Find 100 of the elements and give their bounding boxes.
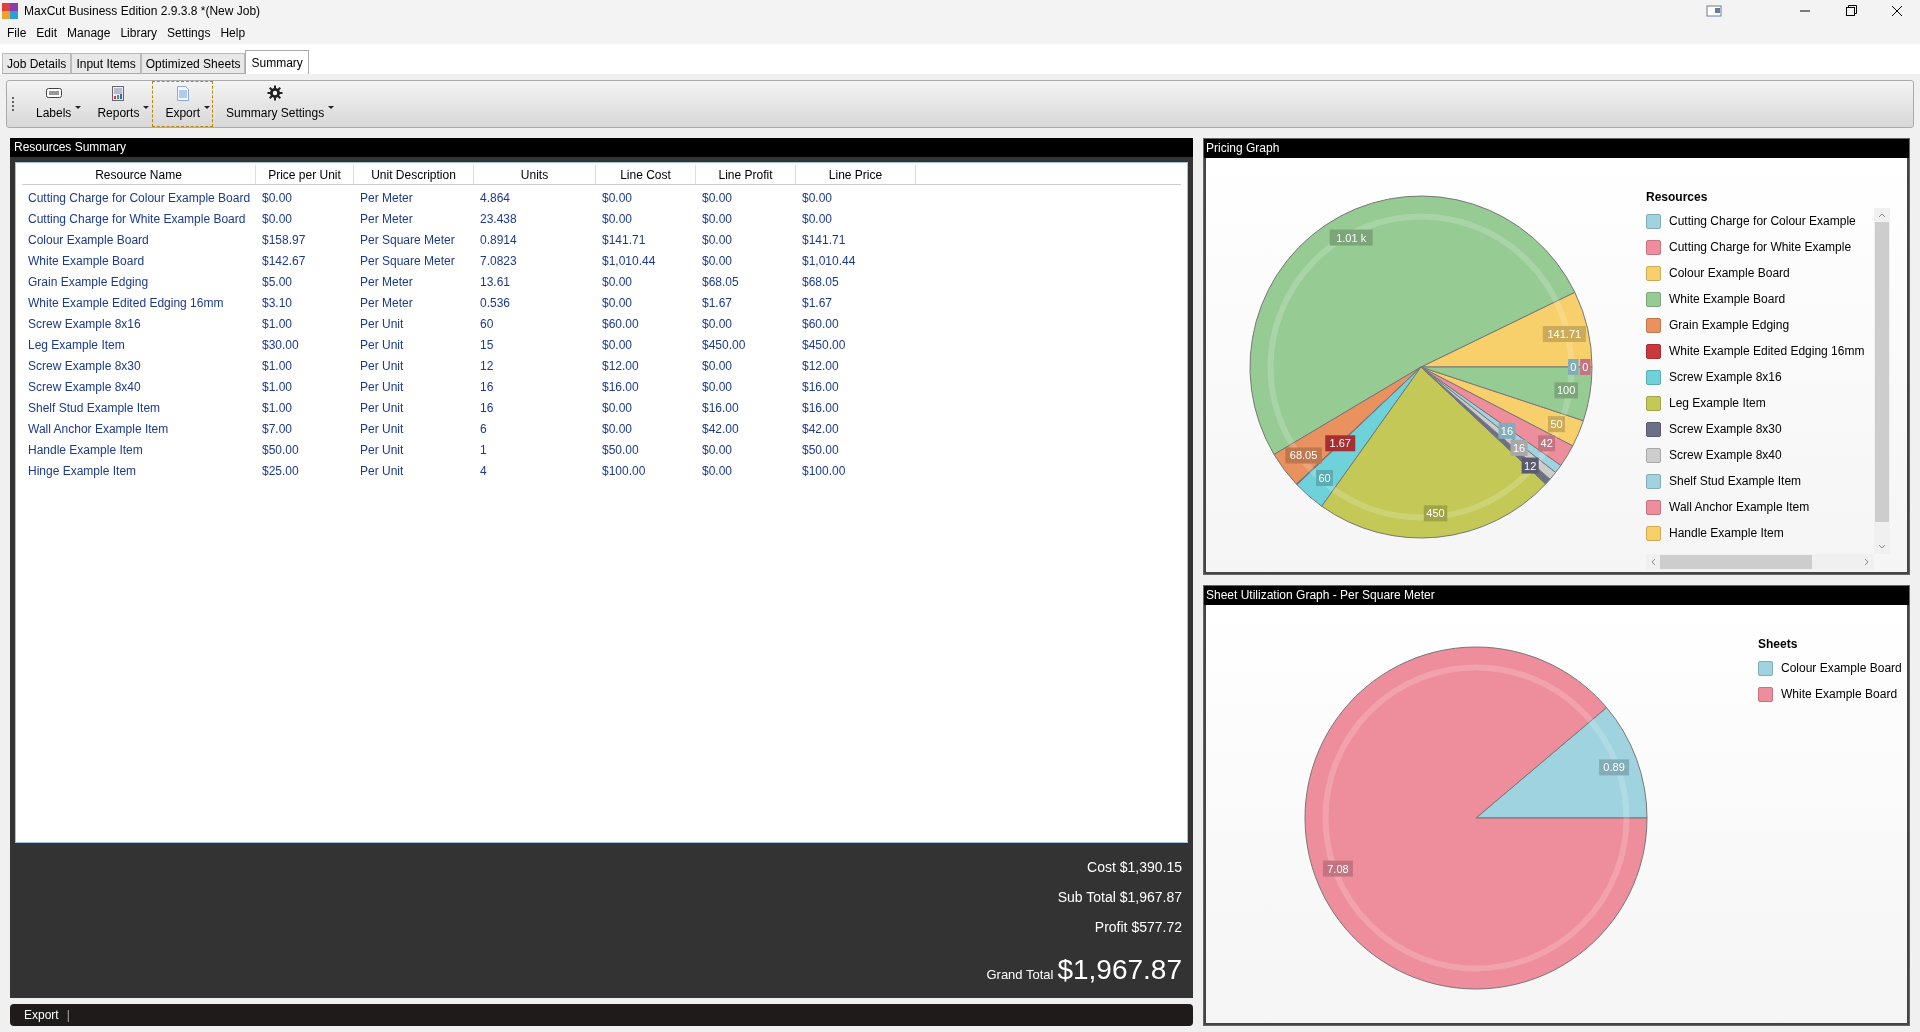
table-cell-text: White Example Board (27, 252, 146, 270)
table-cell-text: 16 (479, 378, 495, 396)
data-label: 60 (1316, 470, 1334, 486)
table-cell-text: $0.00 (701, 252, 734, 270)
legend-label: White Example Board (1669, 291, 1786, 308)
data-label: 1.01 k (1336, 231, 1367, 244)
data-label: 450 (1423, 505, 1448, 522)
table-cell-text: Cutting Charge for Colour Example Board (27, 189, 252, 207)
table-cell-text: Per Square Meter (359, 252, 456, 270)
table-cell-text: 4.864 (479, 189, 512, 207)
table-cell-text: $0.00 (701, 441, 734, 459)
separator: | (66, 1007, 70, 1024)
table-cell-text: $60.00 (601, 315, 640, 333)
table-cell-text: 6 (479, 420, 488, 438)
panel-header: Sheet Utilization Graph - Per Square Meter (1204, 586, 1909, 605)
table-cell-text: $30.00 (261, 336, 300, 354)
table-cell-text: Per Unit (359, 357, 405, 375)
table-cell-text: $0.00 (801, 189, 834, 207)
table-cell-text: $0.00 (601, 294, 634, 312)
table-cell-text: 12 (479, 357, 495, 375)
legend-label: Cutting Charge for Colour Example (1669, 213, 1856, 230)
legend-label: Screw Example 8x16 (1669, 369, 1782, 386)
grand-total-value: $1,967.87 (1057, 953, 1182, 987)
table-cell-text: $1.00 (261, 357, 294, 375)
legend-label: Handle Example Item (1669, 525, 1784, 542)
table-cell-text: 7.0823 (479, 252, 518, 270)
table-cell-text: 60 (479, 315, 495, 333)
table-cell-text: $0.00 (601, 273, 634, 291)
table-cell-text: Per Unit (359, 399, 405, 417)
table-cell-text: Screw Example 8x40 (27, 378, 142, 396)
table-cell-text: Per Unit (359, 420, 405, 438)
data-label: 42 (1538, 435, 1556, 452)
table-cell-text: $16.00 (601, 378, 640, 396)
data-label: 0.89 (1599, 759, 1630, 776)
legend-label: White Example Board (1781, 686, 1898, 703)
legend-label: Colour Example Board (1781, 660, 1902, 677)
table-cell-text: Handle Example Item (27, 441, 144, 459)
data-label: 7.08 (1327, 862, 1349, 875)
data-label: 0.89 (1603, 761, 1625, 774)
table-cell-text: $1.67 (801, 294, 834, 312)
table-cell-text: $1.00 (261, 315, 294, 333)
legend-title: Resources (1646, 189, 1709, 206)
table-cell-text: $0.00 (701, 462, 734, 480)
data-label: 1.67 (1325, 435, 1356, 452)
legend-label: Shelf Stud Example Item (1669, 473, 1802, 490)
total-text: Sub Total $1,967.87 (1057, 888, 1182, 907)
table-cell-text: $142.67 (261, 252, 307, 270)
total-text: Cost $1,390.15 (1087, 858, 1182, 877)
table-cell-text: Colour Example Board (27, 231, 150, 249)
table-cell-text: $0.00 (601, 420, 634, 438)
table-cell-text: $141.71 (801, 231, 847, 249)
grand-total-label: Grand Total (986, 966, 1054, 984)
table-cell-text: $0.00 (701, 315, 734, 333)
data-label: 50 (1548, 416, 1565, 433)
data-label: 141.71 (1542, 326, 1586, 342)
data-label: 100 (1554, 382, 1578, 399)
table-cell-text: $0.00 (701, 210, 734, 228)
table-cell-text: Per Meter (359, 189, 414, 207)
table-cell-text: $16.00 (701, 399, 740, 417)
table-cell-text: $1.00 (261, 399, 294, 417)
table-cell-text: Per Meter (359, 273, 414, 291)
legend-label: Wall Anchor Example Item (1669, 499, 1810, 516)
table-cell-text: $450.00 (701, 336, 747, 354)
table-cell-text: Per Meter (359, 294, 414, 312)
panel-header: Resources Summary (10, 138, 1193, 157)
table-cell-text: Per Unit (359, 441, 405, 459)
table-cell-text: Screw Example 8x16 (27, 315, 142, 333)
table-cell-text: Per Unit (359, 462, 405, 480)
legend-label: Cutting Charge for White Example (1669, 239, 1852, 256)
table-cell-text: 16 (479, 399, 495, 417)
legend-label: Leg Example Item (1669, 395, 1766, 412)
table-cell-text: $42.00 (801, 420, 840, 438)
table-cell-text: Per Unit (359, 378, 405, 396)
table-cell-text: $1,010.44 (801, 252, 857, 270)
table-cell-text: $1.00 (261, 378, 294, 396)
table-cell-text: Hinge Example Item (27, 462, 138, 480)
table-cell-text: Screw Example 8x30 (27, 357, 142, 375)
table-cell-text: Per Meter (359, 210, 414, 228)
data-label: 68.05 (1289, 449, 1318, 462)
table-cell-text: 13.61 (479, 273, 512, 291)
table-cell-text: Leg Example Item (27, 336, 126, 354)
table-cell-text: $16.00 (801, 378, 840, 396)
table-cell-text: $42.00 (701, 420, 740, 438)
table-cell-text: White Example Edited Edging 16mm (27, 294, 225, 312)
table-cell-text: $1,010.44 (601, 252, 657, 270)
data-label: 141.71 (1547, 328, 1582, 341)
table-cell-text: $12.00 (601, 357, 640, 375)
table-cell-text: $141.71 (601, 231, 647, 249)
legend-label: Colour Example Board (1669, 265, 1790, 282)
table-cell-text: $0.00 (601, 336, 634, 354)
table-cell-text: 0.8914 (479, 231, 518, 249)
table-cell-text: $0.00 (701, 189, 734, 207)
table-cell-text: Wall Anchor Example Item (27, 420, 170, 438)
legend-title: Sheets (1758, 636, 1799, 653)
table-cell-text: $68.05 (701, 273, 740, 291)
table-cell-text: $1.67 (701, 294, 734, 312)
data-label: 0 (1580, 359, 1591, 375)
data-label: 1.67 (1329, 437, 1351, 450)
data-label: 0 (1568, 359, 1579, 375)
total-text: Profit $577.72 (1094, 918, 1182, 937)
